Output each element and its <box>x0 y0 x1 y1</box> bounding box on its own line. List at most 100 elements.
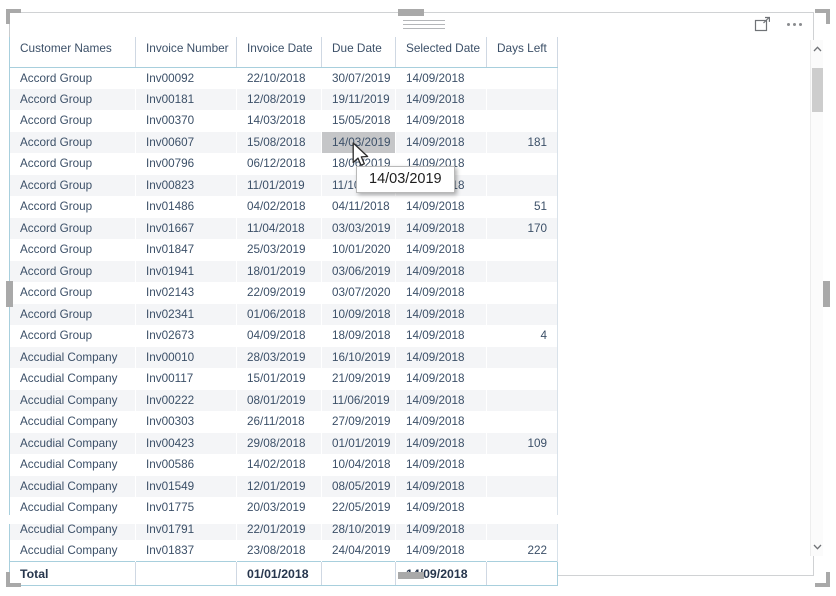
table-cell[interactable]: 181 <box>486 131 558 153</box>
table-cell[interactable]: Inv01791 <box>135 518 237 540</box>
table-cell[interactable]: 08/05/2019 <box>321 475 396 497</box>
table-cell[interactable] <box>486 88 558 110</box>
table-cell[interactable]: 03/03/2019 <box>321 217 396 239</box>
table-row[interactable]: Accord GroupInv0082311/01/201911/10/2019… <box>9 174 558 196</box>
scroll-down-chevron-icon[interactable] <box>811 540 824 554</box>
table-cell[interactable]: Accord Group <box>9 153 136 175</box>
table-cell[interactable] <box>486 411 558 433</box>
table-cell[interactable]: 04/09/2018 <box>237 325 322 347</box>
table-cell[interactable] <box>486 389 558 411</box>
table-cell[interactable]: 14/09/2018 <box>396 497 487 519</box>
table-cell[interactable]: 51 <box>486 196 558 218</box>
table-cell[interactable]: 01/01/2019 <box>321 432 396 454</box>
table-cell[interactable] <box>486 260 558 282</box>
table-cell[interactable]: 15/05/2018 <box>322 110 396 132</box>
table-cell[interactable] <box>486 303 558 325</box>
table-cell[interactable]: Inv00796 <box>136 153 237 175</box>
table-row[interactable]: Accord Group Inv02341 01/06/2018 10/09/2018… <box>9 303 558 325</box>
table-cell[interactable]: 14/09/2018 <box>395 346 487 368</box>
table-cell[interactable]: 16/10/2019 <box>321 346 396 368</box>
table-cell[interactable]: 14/09/2018 <box>395 303 487 325</box>
table-cell[interactable]: Accord Group <box>9 88 136 110</box>
table-cell[interactable]: 222 <box>486 540 558 562</box>
table-cell[interactable]: Accudial Company <box>9 346 136 368</box>
table-cell[interactable]: 14/03/2019 <box>321 131 396 153</box>
table-cell[interactable]: 14/09/2018 <box>396 368 487 390</box>
table-cell[interactable]: Accord Group <box>9 260 136 282</box>
scroll-up-chevron-icon[interactable] <box>811 42 824 56</box>
resize-handle-top-right[interactable] <box>815 9 830 24</box>
table-cell[interactable]: Accudial Company <box>9 540 136 562</box>
table-cell[interactable]: 19/11/2019 <box>321 88 396 110</box>
vertical-scrollbar[interactable] <box>810 40 823 556</box>
table-cell[interactable]: 30/07/2019 <box>322 67 396 89</box>
resize-handle-bottom-right[interactable] <box>815 572 830 587</box>
table-cell[interactable]: 22/05/2019 <box>322 497 396 519</box>
table-cell[interactable]: Inv00823 <box>135 174 237 196</box>
table-cell[interactable]: Inv00117 <box>136 368 237 390</box>
table-cell[interactable]: Accord Group <box>9 174 136 196</box>
table-cell[interactable]: 14/03/2018 <box>237 110 322 132</box>
table-cell[interactable]: Accord Group <box>9 110 136 132</box>
resize-handle-top-center[interactable] <box>398 9 424 16</box>
table-cell[interactable] <box>486 153 558 175</box>
table-cell[interactable]: 18/01/2019 <box>236 260 322 282</box>
table-cell[interactable]: Inv01667 <box>135 217 237 239</box>
table-cell[interactable]: Accord Group <box>9 239 136 261</box>
table-cell[interactable]: 01/06/2018 <box>236 303 322 325</box>
table-cell[interactable]: 04/11/2018 <box>322 196 396 218</box>
table-cell[interactable]: 14/09/2018 <box>395 131 487 153</box>
table-cell[interactable]: 14/09/2018 <box>396 196 487 218</box>
table-cell[interactable]: 109 <box>486 432 558 454</box>
table-cell[interactable]: Inv00222 <box>135 389 237 411</box>
table-cell[interactable]: Inv01941 <box>135 260 237 282</box>
table-cell[interactable]: Inv02341 <box>135 303 237 325</box>
resize-handle-bottom-center[interactable] <box>398 572 424 579</box>
table-cell[interactable]: 29/08/2018 <box>236 432 322 454</box>
focus-mode-icon[interactable] <box>753 15 772 34</box>
table-cell[interactable]: Inv01837 <box>136 540 237 562</box>
table-cell[interactable] <box>486 174 558 196</box>
table-cell[interactable]: Inv01775 <box>136 497 237 519</box>
table-row[interactable]: Accudial Company Inv01549 12/01/2019 08/05/… <box>9 475 558 497</box>
table-cell[interactable]: 10/09/2018 <box>321 303 396 325</box>
scrollbar-thumb[interactable] <box>812 68 823 112</box>
table-cell[interactable]: 14/09/2018 <box>396 325 487 347</box>
table-cell[interactable]: Accord Group <box>9 325 136 347</box>
table-cell[interactable]: 12/08/2019 <box>236 88 322 110</box>
table-cell[interactable]: Accudial Company <box>9 497 136 519</box>
table-cell[interactable]: 11/04/2018 <box>236 217 322 239</box>
table-cell[interactable]: Inv00423 <box>135 432 237 454</box>
table-cell[interactable]: 24/04/2019 <box>322 540 396 562</box>
table-cell[interactable] <box>486 67 558 89</box>
table-row[interactable]: Accudial Company Inv00222 08/01/2019 11/06/… <box>9 389 558 411</box>
table-cell[interactable]: Inv02143 <box>136 282 237 304</box>
table-cell[interactable] <box>486 368 558 390</box>
table-cell[interactable]: Inv00370 <box>136 110 237 132</box>
table-cell[interactable]: Inv00092 <box>136 67 237 89</box>
table-cell[interactable] <box>486 239 558 261</box>
table-cell[interactable] <box>486 346 558 368</box>
table-cell[interactable]: Accudial Company <box>9 411 136 433</box>
table-row[interactable]: Accord Group Inv01847 25/03/2019 10/01/2020… <box>9 239 558 261</box>
table-cell[interactable]: 18/09/2018 <box>322 325 396 347</box>
table-row[interactable]: Accudial Company Inv00117 15/01/2019 21/09/… <box>9 368 558 390</box>
table-row[interactable]: Accudial Company Inv01791 22/01/2019 28/10/… <box>9 518 558 540</box>
table-cell[interactable]: 26/11/2018 <box>237 411 322 433</box>
table-cell[interactable]: 14/09/2018 <box>395 518 487 540</box>
table-cell[interactable]: 25/03/2019 <box>237 239 322 261</box>
table-cell[interactable]: Accord Group <box>9 303 136 325</box>
table-cell[interactable] <box>486 475 558 497</box>
table-cell[interactable]: Accudial Company <box>9 475 136 497</box>
table-cell[interactable]: 03/06/2019 <box>321 260 396 282</box>
table-row[interactable]: Accudial Company Inv00423 29/08/2018 01/01/… <box>9 432 558 454</box>
table-row[interactable]: Accord Group Inv00607 15/08/2018 14/03/2019… <box>9 131 558 153</box>
table-cell[interactable]: 14/09/2018 <box>396 67 487 89</box>
resize-handle-bottom-left[interactable] <box>6 572 21 587</box>
table-cell[interactable]: Accord Group <box>9 67 136 89</box>
table-cell[interactable]: 14/09/2018 <box>396 282 487 304</box>
table-cell[interactable] <box>486 518 558 540</box>
table-row[interactable]: Accudial Company Inv00586 14/02/2018 10/04/… <box>9 454 558 476</box>
table-cell[interactable]: 12/01/2019 <box>236 475 322 497</box>
table-cell[interactable]: 14/09/2018 <box>395 217 487 239</box>
